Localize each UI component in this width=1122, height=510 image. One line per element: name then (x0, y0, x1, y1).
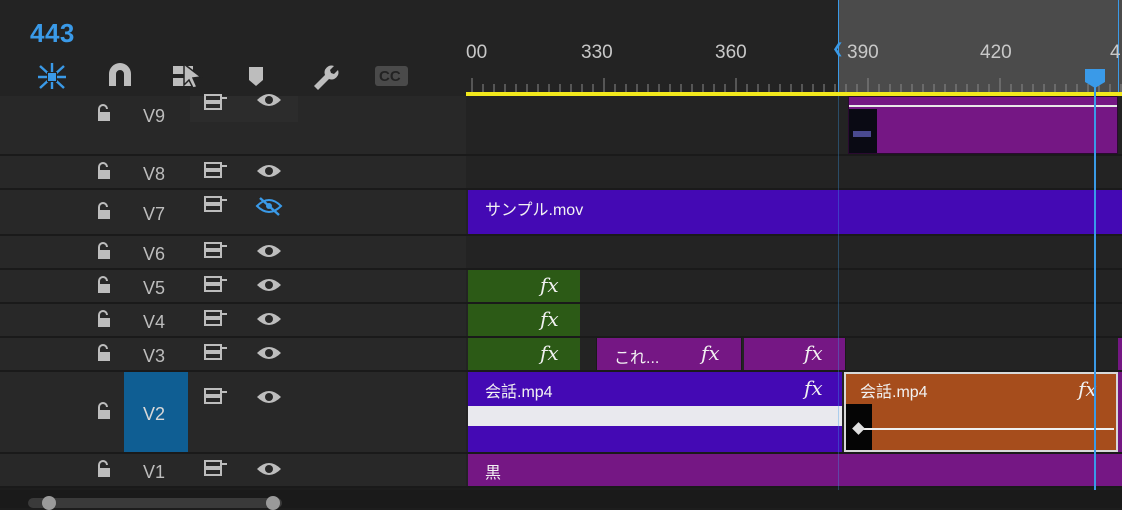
clip-v2-kaiwa-right-selected[interactable]: 会話.mp4 fx (844, 372, 1118, 452)
ruler-label-1: 330 (581, 42, 613, 63)
clip-v3-adjustment[interactable]: fx (468, 338, 580, 370)
track-header-v3[interactable]: V3 (0, 338, 466, 372)
clip-v2-edge[interactable] (1118, 372, 1122, 452)
lock-open-icon[interactable] (96, 460, 112, 478)
lock-open-icon[interactable] (96, 344, 112, 362)
sync-lock-icon[interactable] (203, 274, 229, 294)
lock-open-icon[interactable] (96, 276, 112, 294)
add-marker-icon[interactable] (242, 60, 274, 92)
track-name: V6 (142, 244, 166, 264)
clip-top-line (849, 105, 1117, 107)
fx-badge[interactable]: fx (804, 376, 823, 400)
eye-hidden-icon[interactable] (255, 196, 283, 216)
clip-name: サンプル.mov (485, 202, 584, 219)
clip-thumbnail-detail (853, 131, 871, 137)
clip-v7-sample[interactable]: サンプル.mov (468, 190, 1122, 234)
track-header-v2[interactable]: V2 (0, 372, 466, 454)
volume-rubberband[interactable] (468, 426, 842, 428)
zoom-scrollbar-thumb[interactable] (28, 498, 282, 508)
ruler-label-5: 4 (1110, 42, 1121, 63)
eye-visible-icon[interactable] (255, 241, 283, 261)
clip-audio-band (468, 406, 842, 428)
track-row-v6[interactable] (466, 236, 1122, 270)
clip-name: 会話.mp4 (860, 384, 928, 401)
track-header-v4[interactable]: V4 (0, 304, 466, 338)
sync-lock-icon[interactable] (203, 194, 229, 214)
time-ruler[interactable] (466, 0, 1122, 96)
zoom-scrollbar[interactable] (0, 490, 1122, 510)
eye-visible-icon[interactable] (255, 275, 283, 295)
track-header-v8[interactable]: V8 (0, 156, 466, 190)
eye-visible-icon[interactable] (255, 309, 283, 329)
captions-cc-label: CC (379, 68, 401, 85)
sync-lock-icon[interactable] (203, 386, 229, 406)
sync-lock-icon[interactable] (203, 240, 229, 260)
clip-v4-adjustment[interactable]: fx (468, 304, 580, 336)
fx-badge[interactable]: fx (540, 341, 559, 365)
wrench-settings-icon[interactable] (308, 60, 340, 92)
clip-name: これ... (614, 350, 660, 367)
sync-lock-icon[interactable] (203, 308, 229, 328)
eye-visible-icon[interactable] (255, 161, 283, 181)
clip-v9[interactable] (848, 96, 1118, 154)
track-name: V4 (142, 312, 166, 332)
lock-open-icon[interactable] (96, 310, 112, 328)
fx-badge[interactable]: fx (540, 273, 559, 297)
playhead-timecode[interactable]: 443 (30, 18, 75, 49)
insert-overwrite-sequences-icon[interactable] (36, 60, 68, 92)
clip-name: 黒 (485, 465, 502, 482)
lock-open-icon[interactable] (96, 402, 112, 420)
eye-visible-icon[interactable] (255, 343, 283, 363)
track-header-v6[interactable]: V6 (0, 236, 466, 270)
volume-rubberband[interactable] (854, 428, 1114, 430)
track-header-v9[interactable]: V9 (0, 94, 466, 156)
playhead-line[interactable] (1094, 70, 1096, 500)
track-name: V8 (142, 164, 166, 184)
clip-v3-text-2[interactable]: fx (744, 338, 846, 370)
eye-visible-icon[interactable] (255, 90, 283, 110)
snap-magnet-icon[interactable] (104, 60, 136, 92)
track-name: V3 (142, 346, 166, 366)
fx-badge[interactable]: fx (540, 307, 559, 331)
clip-v3-text[interactable]: これ... fx (596, 338, 742, 370)
track-name: V9 (142, 106, 166, 126)
lock-open-icon[interactable] (96, 202, 112, 220)
sync-lock-icon[interactable] (203, 92, 229, 112)
ruler-label-0: 00 (466, 42, 488, 63)
track-name: V1 (142, 462, 166, 482)
ruler-label-4: 420 (980, 42, 1012, 63)
captions-cc-icon[interactable]: CC (374, 64, 410, 88)
track-header-v5[interactable]: V5 (0, 270, 466, 304)
ruler-ticks (471, 78, 1122, 92)
in-point-icon[interactable]: ❮ (832, 40, 844, 57)
sync-lock-icon[interactable] (203, 160, 229, 180)
eye-visible-icon[interactable] (255, 459, 283, 479)
lock-open-icon[interactable] (96, 162, 112, 180)
playhead-handle-icon[interactable] (1084, 68, 1106, 88)
clip-v3-edge[interactable] (1118, 338, 1122, 370)
ruler-label-2: 360 (715, 42, 747, 63)
fx-badge[interactable]: fx (804, 341, 823, 365)
linked-selection-icon[interactable] (170, 60, 203, 92)
track-row-v8[interactable] (466, 156, 1122, 190)
lock-open-icon[interactable] (96, 242, 112, 260)
track-name: V2 (142, 404, 166, 424)
clip-v5-adjustment[interactable]: fx (468, 270, 580, 302)
ruler-label-3: 390 (847, 42, 879, 63)
sync-lock-icon[interactable] (203, 342, 229, 362)
track-header-v1[interactable]: V1 (0, 454, 466, 488)
clip-v2-kaiwa-left[interactable]: 会話.mp4 fx (468, 372, 842, 452)
sync-lock-icon[interactable] (203, 458, 229, 478)
track-name: V7 (142, 204, 166, 224)
fx-badge[interactable]: fx (701, 341, 720, 365)
in-point-guide (838, 96, 839, 490)
eye-visible-icon[interactable] (255, 387, 283, 407)
track-name: V5 (142, 278, 166, 298)
clip-v1-black[interactable]: 黒 (468, 454, 1122, 486)
lock-open-icon[interactable] (96, 104, 112, 122)
track-header-v7[interactable]: V7 (0, 190, 466, 236)
clip-name: 会話.mp4 (485, 384, 553, 401)
